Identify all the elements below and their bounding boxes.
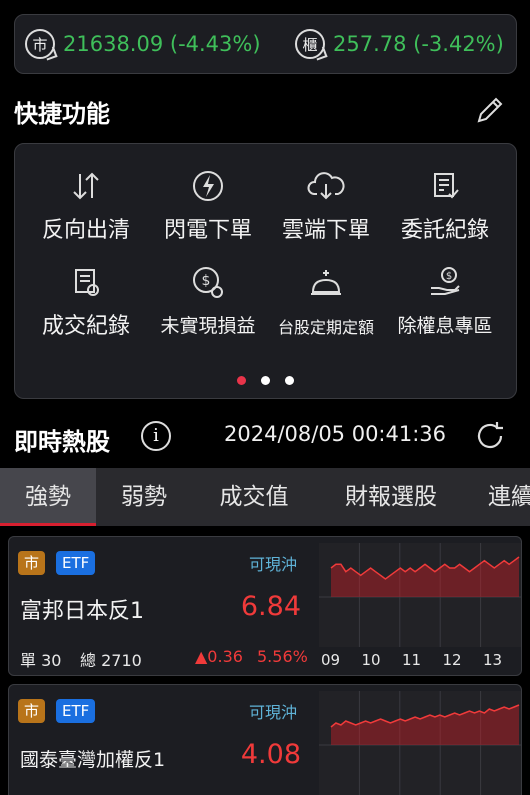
lightning-icon: [193, 171, 223, 201]
page-dot[interactable]: [285, 376, 294, 385]
quick-item-regular-investment[interactable]: 台股定期定額: [264, 262, 388, 338]
quick-item-reverse-clear[interactable]: 反向出清: [24, 166, 148, 244]
cloud-download-icon: [307, 172, 345, 200]
hot-stock-tabs: 強勢 弱勢 成交值 財報選股 連續: [0, 468, 530, 526]
single-volume: 單 30: [20, 651, 62, 670]
stock-card[interactable]: 市 ETF 可現沖 國泰臺灣加權反1 4.08: [8, 684, 522, 795]
dividend-hand-icon: $: [431, 267, 460, 295]
time-tick-label: 09: [321, 651, 340, 669]
info-icon[interactable]: i: [141, 421, 171, 451]
stock-card[interactable]: 市 ETF 可現沖 富邦日本反1 6.84 單 30 總 2710 ▲0.36 …: [8, 536, 522, 676]
market-index-bar[interactable]: 市 21638.09 (-4.43%) 櫃 257.78 (-3.42%): [14, 14, 517, 74]
quick-item-order-record[interactable]: 委託紀錄: [383, 166, 507, 244]
twse-badge-icon: 市: [25, 29, 55, 59]
stock-price: 4.08: [240, 739, 301, 770]
quick-item-flash-order[interactable]: 閃電下單: [146, 166, 270, 244]
price-change: ▲0.36: [195, 647, 243, 666]
twse-index-value: 21638.09 (-4.43%): [63, 32, 261, 56]
page-dot[interactable]: [261, 376, 270, 385]
tab-turnover[interactable]: 成交值: [192, 468, 316, 526]
quick-item-unrealized-pnl[interactable]: $ 未實現損益: [146, 262, 270, 338]
svg-text:$: $: [446, 271, 452, 282]
stock-price: 6.84: [240, 591, 301, 622]
tab-weak[interactable]: 弱勢: [96, 468, 192, 526]
time-tick-label: 12: [443, 651, 462, 669]
intraday-chart: 09 10 11 12 13: [319, 543, 521, 669]
etf-tag: ETF: [56, 699, 96, 723]
hot-stocks-title: 即時熱股: [14, 428, 110, 456]
day-trade-label: 可現沖: [249, 703, 298, 722]
piggy-bank-icon: [311, 270, 341, 295]
otc-index-value: 257.78 (-3.42%): [333, 32, 504, 56]
quick-item-label: 除權息專區: [397, 315, 493, 337]
quick-functions-title: 快捷功能: [14, 100, 110, 128]
total-volume: 總 2710: [80, 651, 142, 670]
unrealized-pnl-icon: $: [193, 267, 223, 298]
price-change-pct: 5.56%: [257, 647, 308, 666]
quick-item-label: 台股定期定額: [277, 318, 374, 337]
quick-item-dividend-zone[interactable]: $ 除權息專區: [383, 262, 507, 338]
page-indicator[interactable]: [15, 376, 516, 385]
refresh-icon[interactable]: [474, 420, 506, 452]
quick-functions-panel: 反向出清 閃電下單 雲端下單 委託紀錄 成交紀錄 $ 未實現損益 台股定期定額 …: [14, 143, 517, 399]
quick-item-label: 閃電下單: [163, 218, 252, 243]
intraday-chart: [319, 691, 521, 795]
day-trade-label: 可現沖: [249, 555, 298, 574]
reverse-arrows-icon: [73, 172, 99, 200]
trade-record-icon: [75, 269, 99, 296]
etf-tag: ETF: [56, 551, 96, 575]
quick-item-label: 反向出清: [41, 218, 130, 243]
tab-financial-screener[interactable]: 財報選股: [316, 468, 466, 526]
tab-strong[interactable]: 強勢: [0, 468, 96, 526]
quick-item-label: 委託紀錄: [400, 218, 489, 243]
update-timestamp: 2024/08/05 00:41:36: [224, 422, 447, 446]
time-tick-label: 10: [362, 651, 381, 669]
time-tick-label: 11: [402, 651, 421, 669]
market-tag: 市: [18, 699, 46, 723]
quick-item-cloud-order[interactable]: 雲端下單: [264, 166, 388, 244]
market-tag: 市: [18, 551, 46, 575]
otc-badge-icon: 櫃: [295, 29, 325, 59]
quick-item-label: 雲端下單: [281, 218, 370, 243]
order-record-icon: [434, 173, 459, 199]
twse-index[interactable]: 市 21638.09 (-4.43%): [25, 29, 261, 59]
time-tick-label: 13: [483, 651, 502, 669]
quick-item-label: 成交紀錄: [41, 314, 130, 339]
quick-item-label: 未實現損益: [160, 315, 256, 337]
pencil-icon[interactable]: [474, 94, 506, 126]
stock-name: 國泰臺灣加權反1: [20, 749, 166, 771]
page-dot[interactable]: [237, 376, 246, 385]
tab-consecutive[interactable]: 連續: [470, 468, 530, 526]
quick-item-trade-record[interactable]: 成交紀錄: [24, 262, 148, 340]
stock-name: 富邦日本反1: [20, 599, 144, 624]
svg-text:$: $: [202, 273, 211, 289]
otc-index[interactable]: 櫃 257.78 (-3.42%): [295, 29, 504, 59]
